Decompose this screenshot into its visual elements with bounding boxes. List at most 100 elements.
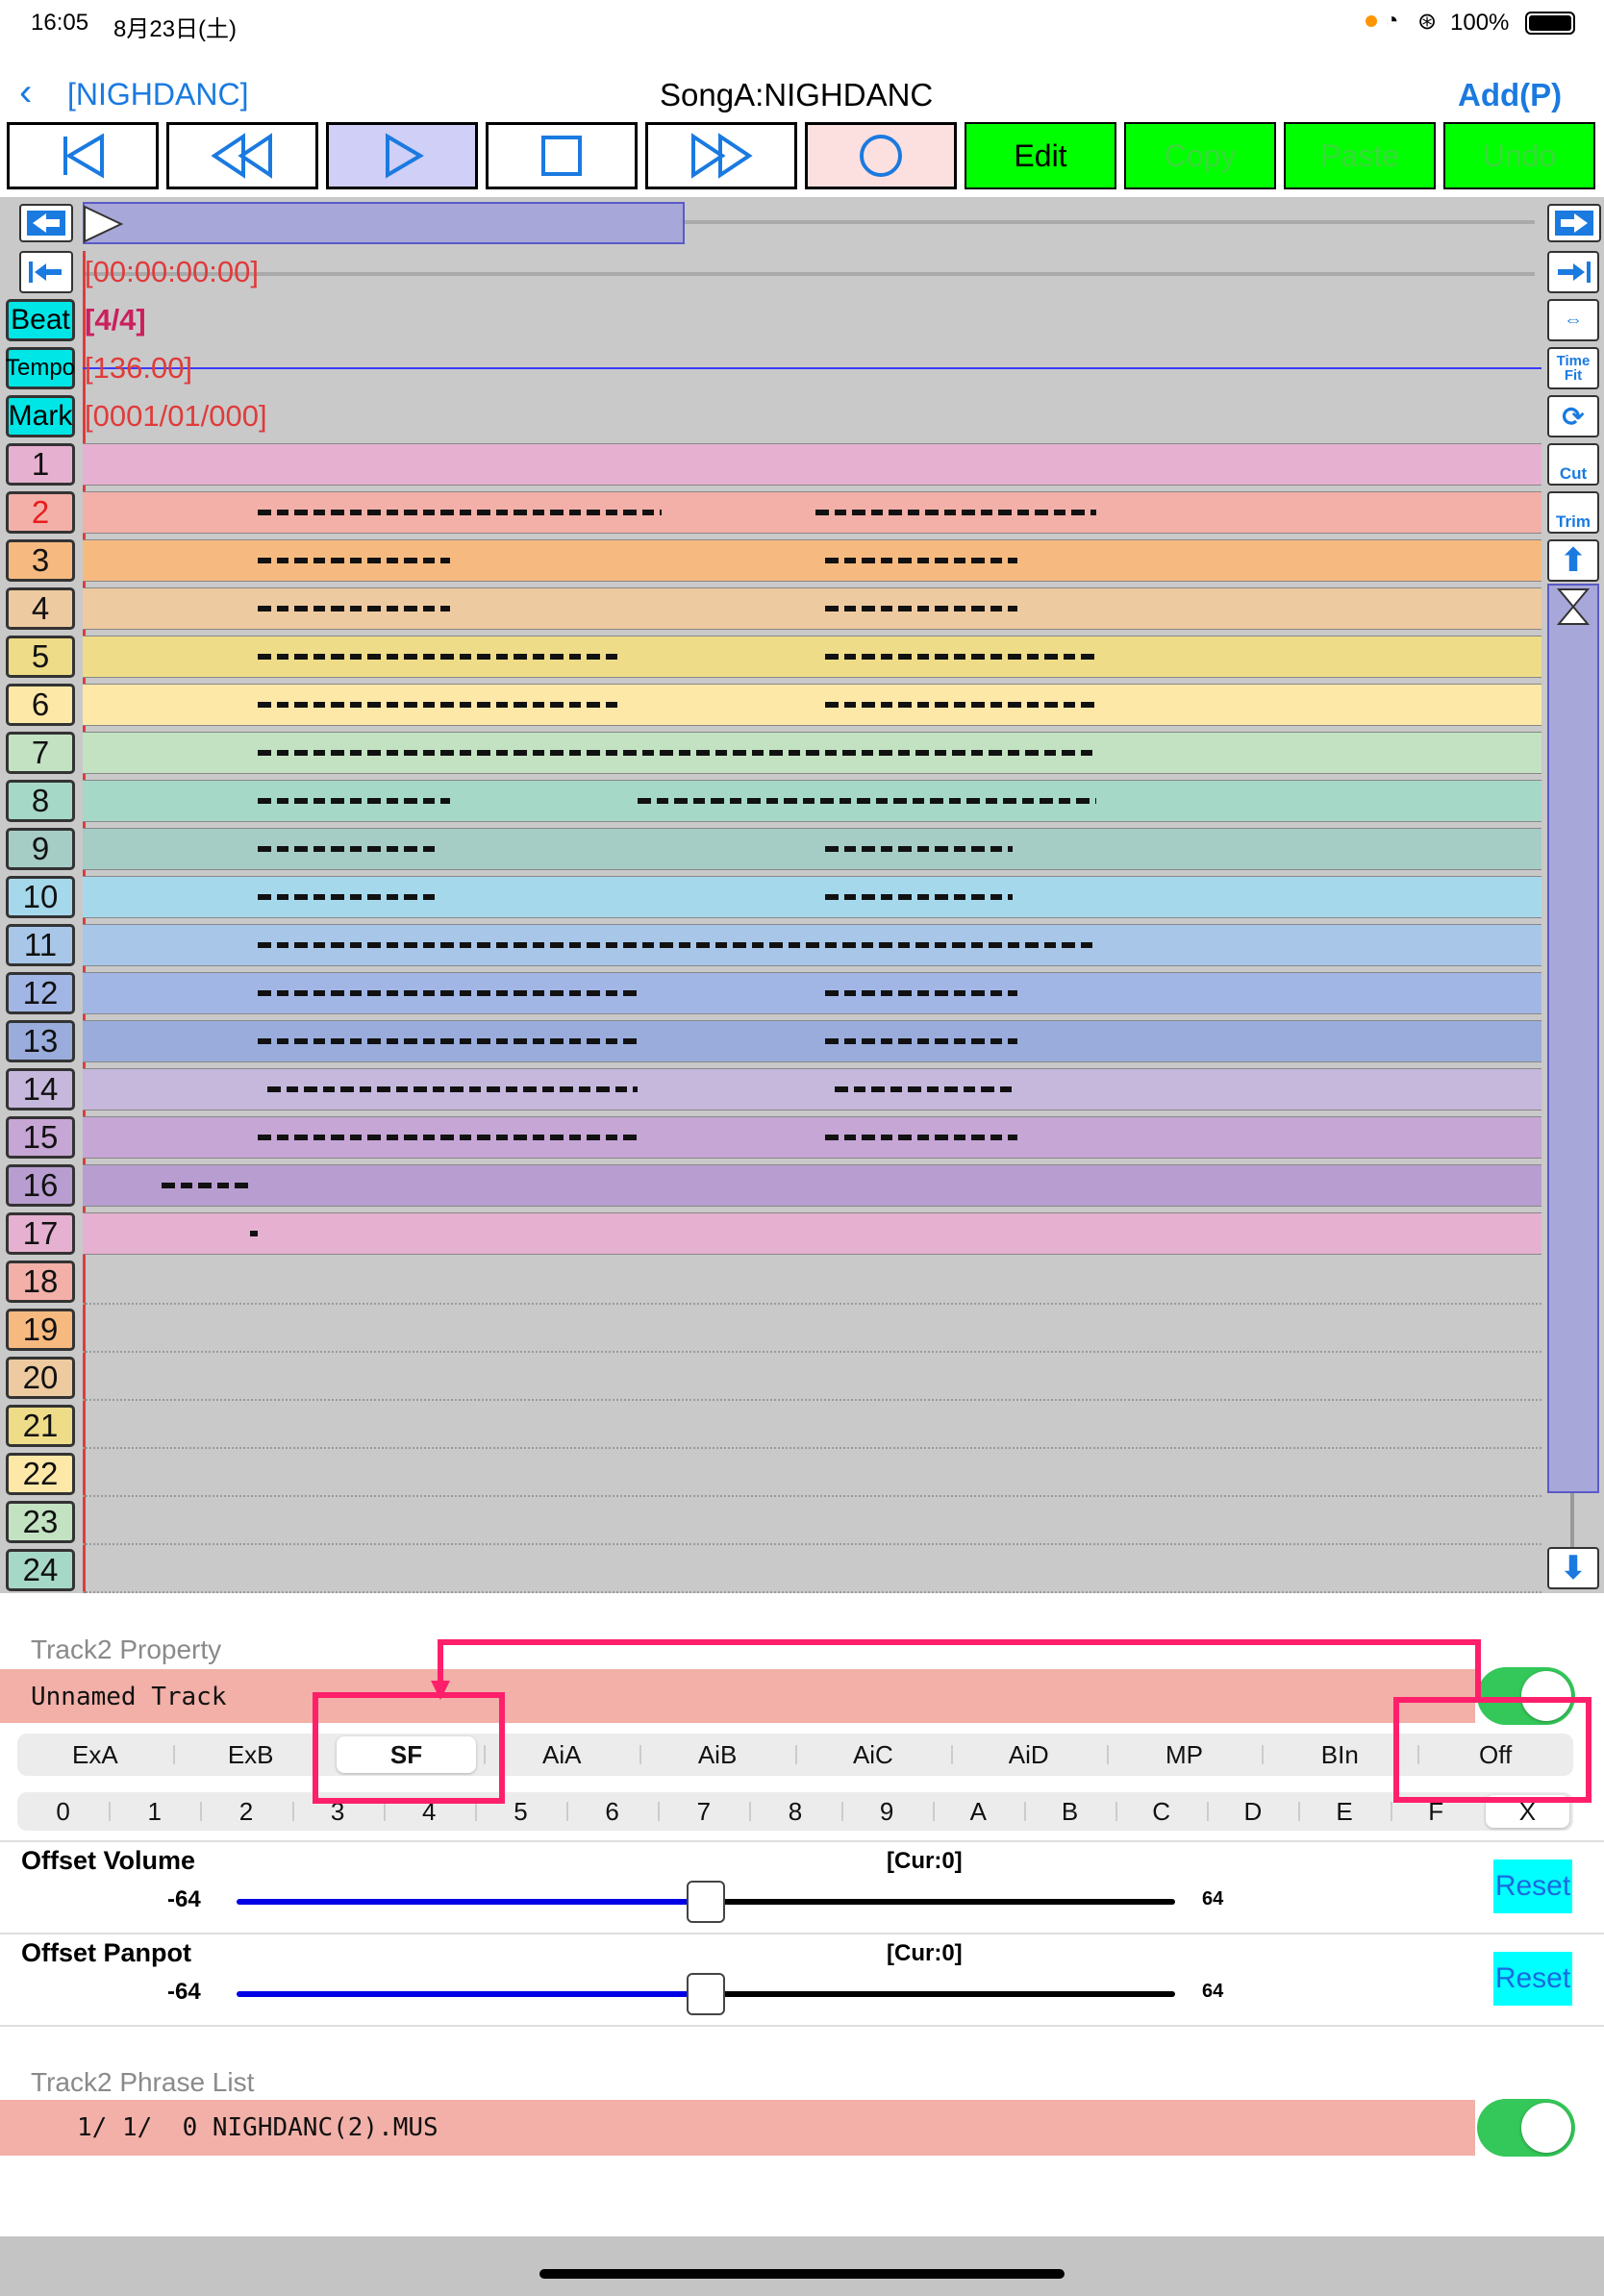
mode-option-exb[interactable]: ExB <box>172 1734 329 1776</box>
track-label-13[interactable]: 13 <box>6 1020 75 1062</box>
track-lane-18[interactable] <box>83 1258 1541 1305</box>
jump-right-button[interactable] <box>1547 251 1599 293</box>
track-lane-6[interactable] <box>83 684 1541 726</box>
channel-option-a[interactable]: A <box>932 1792 1024 1831</box>
track-lane-15[interactable] <box>83 1116 1541 1159</box>
track-lane-24[interactable] <box>83 1546 1541 1593</box>
track-lane-14[interactable] <box>83 1068 1541 1111</box>
track-label-1[interactable]: 1 <box>6 443 75 486</box>
track-enable-toggle[interactable] <box>1477 1667 1575 1725</box>
edit-button[interactable]: Edit <box>965 122 1116 189</box>
offset-volume-reset-button[interactable]: Reset <box>1493 1859 1572 1913</box>
track-lane-3[interactable] <box>83 539 1541 582</box>
mode-option-off[interactable]: Off <box>1417 1734 1573 1776</box>
track-lane-7[interactable] <box>83 732 1541 774</box>
channel-option-0[interactable]: 0 <box>17 1792 109 1831</box>
track-lane-4[interactable] <box>83 587 1541 630</box>
channel-option-6[interactable]: 6 <box>566 1792 658 1831</box>
channel-option-9[interactable]: 9 <box>840 1792 933 1831</box>
channel-option-8[interactable]: 8 <box>749 1792 840 1831</box>
track-label-17[interactable]: 17 <box>6 1212 75 1255</box>
track-lane-10[interactable] <box>83 876 1541 918</box>
channel-option-4[interactable]: 4 <box>383 1792 475 1831</box>
track-label-19[interactable]: 19 <box>6 1309 75 1351</box>
track-lane-5[interactable] <box>83 636 1541 678</box>
track-lane-20[interactable] <box>83 1354 1541 1401</box>
time-fit-button[interactable]: Time Fit <box>1547 347 1599 389</box>
phrase-row[interactable]: 1/ 1/ 0 NIGHDANC(2).MUS <box>0 2100 1475 2156</box>
track-lane-11[interactable] <box>83 924 1541 966</box>
copy-button[interactable]: Copy <box>1124 122 1276 189</box>
offset-panpot-reset-button[interactable]: Reset <box>1493 1952 1572 2006</box>
paste-button[interactable]: Paste <box>1284 122 1436 189</box>
track-label-12[interactable]: 12 <box>6 972 75 1014</box>
track-lane-13[interactable] <box>83 1020 1541 1062</box>
back-chevron-icon[interactable]: ‹ <box>19 71 32 114</box>
track-label-11[interactable]: 11 <box>6 924 75 966</box>
mode-option-aic[interactable]: AiC <box>795 1734 951 1776</box>
channel-option-5[interactable]: 5 <box>474 1792 566 1831</box>
channel-option-x[interactable]: X <box>1482 1792 1573 1831</box>
scroll-right-button[interactable] <box>1547 204 1601 242</box>
channel-option-f[interactable]: F <box>1390 1792 1482 1831</box>
channel-option-d[interactable]: D <box>1207 1792 1298 1831</box>
track-label-8[interactable]: 8 <box>6 780 75 822</box>
track-label-20[interactable]: 20 <box>6 1357 75 1399</box>
track-lane-17[interactable] <box>83 1212 1541 1255</box>
track-label-22[interactable]: 22 <box>6 1453 75 1495</box>
channel-option-e[interactable]: E <box>1298 1792 1390 1831</box>
channel-option-1[interactable]: 1 <box>109 1792 200 1831</box>
track-label-2[interactable]: 2 <box>6 491 75 534</box>
vertical-scroll-thumb[interactable] <box>1547 584 1599 1493</box>
track-lane-21[interactable] <box>83 1402 1541 1449</box>
track-lane-19[interactable] <box>83 1306 1541 1353</box>
jump-start-button[interactable] <box>7 122 159 189</box>
track-lane-1[interactable] <box>83 443 1541 486</box>
channel-option-b[interactable]: B <box>1023 1792 1115 1831</box>
track-label-10[interactable]: 10 <box>6 876 75 918</box>
phrase-enable-toggle[interactable] <box>1477 2099 1575 2157</box>
track-lane-2[interactable] <box>83 491 1541 534</box>
stop-button[interactable] <box>486 122 638 189</box>
track-label-6[interactable]: 6 <box>6 684 75 726</box>
track-lane-16[interactable] <box>83 1164 1541 1207</box>
tempo-label[interactable]: Tempo <box>6 347 75 389</box>
record-button[interactable] <box>805 122 957 189</box>
trim-button[interactable]: Trim <box>1547 491 1599 534</box>
channel-option-7[interactable]: 7 <box>658 1792 749 1831</box>
track-label-9[interactable]: 9 <box>6 828 75 870</box>
mode-option-bin[interactable]: BIn <box>1262 1734 1417 1776</box>
scroll-up-button[interactable]: ⬆ <box>1547 539 1599 582</box>
track-label-21[interactable]: 21 <box>6 1405 75 1447</box>
track-label-24[interactable]: 24 <box>6 1549 75 1591</box>
channel-option-c[interactable]: C <box>1115 1792 1207 1831</box>
overview-scroll-thumb[interactable] <box>83 202 685 244</box>
track-name-row[interactable]: Unnamed Track <box>0 1669 1475 1723</box>
mark-label[interactable]: Mark <box>6 395 75 437</box>
loop-button[interactable]: ⟳ <box>1547 395 1599 437</box>
scroll-down-button[interactable]: ⬇ <box>1547 1547 1599 1589</box>
track-label-16[interactable]: 16 <box>6 1164 75 1207</box>
fit-width-button[interactable]: ⇔ <box>1547 299 1599 341</box>
track-label-7[interactable]: 7 <box>6 732 75 774</box>
add-button[interactable]: Add(P) <box>1458 77 1562 113</box>
mode-option-sf[interactable]: SF <box>329 1734 485 1776</box>
jump-left-button[interactable] <box>19 251 73 293</box>
track-label-14[interactable]: 14 <box>6 1068 75 1111</box>
track-lane-22[interactable] <box>83 1450 1541 1497</box>
track-lane-9[interactable] <box>83 828 1541 870</box>
track-label-4[interactable]: 4 <box>6 587 75 630</box>
cut-button[interactable]: Cut <box>1547 443 1599 486</box>
scroll-left-button[interactable] <box>19 204 73 242</box>
track-label-3[interactable]: 3 <box>6 539 75 582</box>
track-grid[interactable]: [00:00:00:00] Beat [4/4] Tempo [136.00] … <box>0 197 1604 1593</box>
channel-option-3[interactable]: 3 <box>291 1792 384 1831</box>
track-lane-23[interactable] <box>83 1498 1541 1545</box>
mode-option-aid[interactable]: AiD <box>950 1734 1107 1776</box>
track-label-5[interactable]: 5 <box>6 636 75 678</box>
mode-option-exa[interactable]: ExA <box>17 1734 173 1776</box>
fast-forward-button[interactable] <box>645 122 797 189</box>
track-lane-8[interactable] <box>83 780 1541 822</box>
back-button[interactable]: [NIGHDANC] <box>67 77 248 112</box>
channel-option-2[interactable]: 2 <box>200 1792 291 1831</box>
